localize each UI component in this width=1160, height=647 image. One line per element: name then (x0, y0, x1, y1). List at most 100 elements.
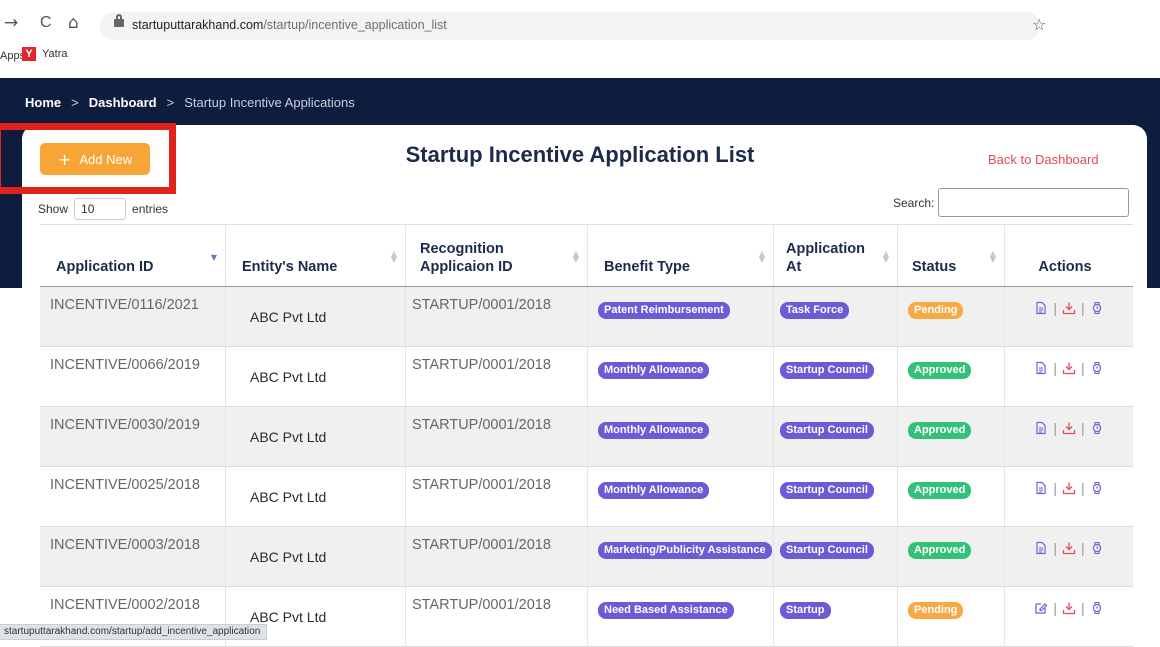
cell-application-at: Startup Council (774, 467, 898, 526)
document-icon[interactable] (1034, 361, 1048, 375)
cell-actions: | | (1005, 467, 1133, 526)
download-icon[interactable] (1062, 361, 1076, 375)
cell-application-id: INCENTIVE/0025/2018 (40, 467, 226, 526)
table-row: INCENTIVE/0116/2021 ABC Pvt Ltd STARTUP/… (40, 287, 1133, 347)
watch-icon[interactable] (1090, 361, 1104, 375)
action-separator: | (1081, 360, 1085, 376)
edit-icon[interactable] (1034, 601, 1048, 615)
reload-icon[interactable]: C (40, 13, 52, 33)
application-at-badge: Task Force (780, 302, 850, 319)
application-at-badge: Startup Council (780, 362, 874, 379)
cell-benefit-type: Patent Reimbursement (588, 287, 774, 346)
table-row: INCENTIVE/0025/2018 ABC Pvt Ltd STARTUP/… (40, 467, 1133, 527)
watch-icon[interactable] (1090, 601, 1104, 615)
col-application-id[interactable]: Application ID ▼ (40, 225, 226, 286)
download-icon[interactable] (1062, 421, 1076, 435)
search: Search: (893, 188, 1130, 217)
url-text: startuputtarakhand.com/startup/incentive… (132, 18, 447, 32)
download-icon[interactable] (1062, 601, 1076, 615)
cell-benefit-type: Monthly Allowance (588, 407, 774, 466)
col-status[interactable]: Status ▲ ▼ (898, 225, 1005, 286)
lock-icon (114, 14, 124, 27)
cell-status: Approved (898, 347, 1005, 406)
home-icon[interactable]: ⌂ (68, 13, 79, 33)
watch-icon[interactable] (1090, 421, 1104, 435)
breadcrumb-separator: > (71, 95, 79, 110)
table-row: INCENTIVE/0030/2019 ABC Pvt Ltd STARTUP/… (40, 407, 1133, 467)
cell-benefit-type: Monthly Allowance (588, 347, 774, 406)
sort-desc-icon: ▼ (210, 253, 217, 262)
action-separator: | (1081, 300, 1085, 316)
document-icon[interactable] (1034, 541, 1048, 555)
table-row: INCENTIVE/0003/2018 ABC Pvt Ltd STARTUP/… (40, 527, 1133, 587)
breadcrumb-separator: > (166, 95, 175, 110)
cell-application-at: Startup Council (774, 527, 898, 586)
action-separator: | (1053, 540, 1057, 556)
download-icon[interactable] (1062, 481, 1076, 495)
cell-entity-name: ABC Pvt Ltd (226, 527, 406, 586)
application-at-badge: Startup Council (780, 422, 874, 439)
cell-application-at: Startup Council (774, 407, 898, 466)
benefit-badge: Marketing/Publicity Assistance (598, 542, 772, 559)
cell-entity-name: ABC Pvt Ltd (226, 287, 406, 346)
action-separator: | (1081, 600, 1085, 616)
highlight-annotation (0, 123, 176, 194)
cell-status: Approved (898, 467, 1005, 526)
entries-per-page-select[interactable]: 10 (74, 198, 127, 220)
show-entries: Show 10 entries (38, 198, 168, 220)
sort-icon: ▲ ▼ (572, 249, 579, 264)
address-bar[interactable]: startuputtarakhand.com/startup/incentive… (100, 12, 1040, 40)
document-icon[interactable] (1034, 481, 1048, 495)
cell-recognition-id: STARTUP/0001/2018 (406, 407, 588, 466)
breadcrumb-home[interactable]: Home (25, 95, 61, 110)
cell-application-id: INCENTIVE/0066/2019 (40, 347, 226, 406)
table-header: Application ID ▼ Entity's Name ▲ ▼ Recognit… (40, 224, 1133, 287)
action-separator: | (1053, 300, 1057, 316)
col-actions: Actions (1038, 259, 1092, 275)
watch-icon[interactable] (1090, 481, 1104, 495)
cell-entity-name: ABC Pvt Ltd (226, 467, 406, 526)
cell-recognition-id: STARTUP/0001/2018 (406, 347, 588, 406)
watch-icon[interactable] (1090, 301, 1104, 315)
status-badge: Pending (908, 602, 964, 619)
download-icon[interactable] (1062, 301, 1076, 315)
sort-icon: ▲ ▼ (882, 249, 889, 264)
cell-recognition-id: STARTUP/0001/2018 (406, 287, 588, 346)
download-icon[interactable] (1062, 541, 1076, 555)
col-recognition-id[interactable]: Recognition Applicaion ID ▲ ▼ (406, 225, 588, 286)
col-application-at[interactable]: Application At ▲ ▼ (774, 225, 898, 286)
status-badge: Approved (908, 362, 972, 379)
entries-label: entries (132, 202, 169, 216)
col-entity-name[interactable]: Entity's Name ▲ ▼ (226, 225, 406, 286)
action-separator: | (1053, 600, 1057, 616)
breadcrumb-dashboard[interactable]: Dashboard (89, 95, 157, 110)
forward-arrow-icon[interactable]: → (4, 13, 18, 33)
document-icon[interactable] (1034, 421, 1048, 435)
cell-recognition-id: STARTUP/0001/2018 (406, 527, 588, 586)
cell-application-at: Task Force (774, 287, 898, 346)
col-benefit-type[interactable]: Benefit Type ▲ ▼ (588, 225, 774, 286)
search-input[interactable] (938, 188, 1130, 217)
yatra-logo-icon: Y (22, 47, 36, 61)
action-separator: | (1081, 540, 1085, 556)
bookmarks-bar: Apps Y Yatra (0, 40, 1160, 68)
benefit-badge: Need Based Assistance (598, 602, 734, 619)
sort-icon: ▲ ▼ (758, 249, 765, 264)
sort-icon: ▲ ▼ (390, 249, 397, 264)
table-row: INCENTIVE/0066/2019 ABC Pvt Ltd STARTUP/… (40, 347, 1133, 407)
benefit-badge: Monthly Allowance (598, 422, 710, 439)
bookmark-yatra[interactable]: Y Yatra (22, 46, 67, 62)
application-at-badge: Startup (780, 602, 831, 619)
benefit-badge: Monthly Allowance (598, 362, 710, 379)
document-icon[interactable] (1034, 301, 1048, 315)
back-to-dashboard-link[interactable]: Back to Dashboard (988, 152, 1099, 167)
breadcrumb-current: Startup Incentive Applications (184, 95, 355, 110)
search-label: Search: (893, 195, 935, 210)
application-at-badge: Startup Council (780, 542, 874, 559)
bookmark-star-icon[interactable]: ☆ (1032, 15, 1046, 34)
cell-recognition-id: STARTUP/0001/2018 (406, 467, 588, 526)
watch-icon[interactable] (1090, 541, 1104, 555)
status-bar-url: startuputtarakhand.com/startup/add_incen… (0, 624, 268, 640)
action-separator: | (1081, 420, 1085, 436)
cell-entity-name: ABC Pvt Ltd (226, 407, 406, 466)
